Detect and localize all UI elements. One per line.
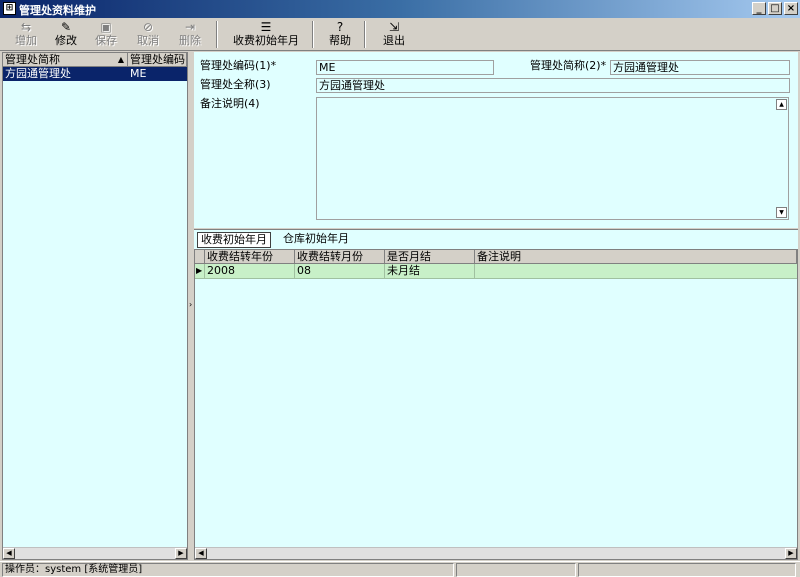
column-header-note[interactable]: 备注说明: [475, 250, 797, 264]
scroll-right-arrow[interactable]: ▶: [785, 548, 797, 559]
delete-button[interactable]: ⇥ 删除: [172, 19, 208, 50]
title-bar: ⊞ 管理处资料维护 _ □ ×: [0, 0, 800, 18]
short-name-label: 管理处简称(2)*: [530, 59, 607, 72]
month-grid[interactable]: 收费结转年份 收费结转月份 是否月结 备注说明 ▶ 2008 08 未月结 ◀ …: [194, 249, 798, 560]
list-item[interactable]: 方园通管理处 ME: [3, 67, 187, 81]
full-name-label: 管理处全称(3): [200, 78, 271, 91]
status-bar: 操作员：system [系统管理员]: [0, 561, 800, 577]
splitter-arrow-icon[interactable]: ›: [189, 300, 192, 309]
help-icon: ?: [336, 20, 344, 34]
app-icon[interactable]: ⊞: [3, 2, 16, 15]
column-header-year[interactable]: 收费结转年份: [205, 250, 295, 264]
full-name-field[interactable]: 方园通管理处: [316, 78, 790, 93]
cell-month[interactable]: 08: [295, 264, 385, 279]
scroll-right-arrow[interactable]: ▶: [175, 548, 187, 559]
toolbar-separator: [364, 21, 366, 48]
tab-charge-start-month[interactable]: 收费初始年月: [197, 232, 271, 248]
delete-icon: ⇥: [184, 20, 196, 34]
help-button[interactable]: ? 帮助: [322, 19, 358, 50]
scroll-left-arrow[interactable]: ◀: [195, 548, 207, 559]
window-title: 管理处资料维护: [19, 4, 96, 17]
tab-strip: 收费初始年月 仓库初始年月: [194, 229, 798, 249]
toolbar-separator: [312, 21, 314, 48]
operator-status: 操作员：system [系统管理员]: [2, 563, 454, 577]
exit-icon: ⇲: [388, 20, 400, 34]
code-label: 管理处编码(1)*: [200, 59, 277, 72]
code-field[interactable]: ME: [316, 60, 494, 75]
save-icon: ▣: [100, 20, 112, 34]
horizontal-scrollbar[interactable]: ◀ ▶: [195, 547, 797, 559]
detail-form: 管理处编码(1)* ME 管理处简称(2)* 方园通管理处 管理处全称(3) 方…: [194, 52, 798, 228]
note-field[interactable]: ▲ ▼: [316, 97, 789, 220]
scroll-down-arrow[interactable]: ▼: [776, 207, 787, 218]
add-icon: ⇆: [20, 20, 32, 34]
scroll-left-arrow[interactable]: ◀: [3, 548, 15, 559]
add-button[interactable]: ⇆ 增加: [8, 19, 44, 50]
note-label: 备注说明(4): [200, 97, 260, 110]
status-panel: [578, 563, 796, 577]
current-row-icon: ▶: [195, 264, 205, 279]
horizontal-scrollbar[interactable]: ◀ ▶: [3, 547, 187, 559]
column-header-short-name[interactable]: 管理处简称 ▲: [3, 53, 128, 67]
sort-asc-icon: ▲: [117, 55, 124, 64]
toolbar-separator: [216, 21, 218, 48]
office-list[interactable]: 管理处简称 ▲ 管理处编码 方园通管理处 ME ◀ ▶: [2, 52, 188, 560]
column-header-month[interactable]: 收费结转月份: [295, 250, 385, 264]
exit-button[interactable]: ⇲ 退出: [376, 19, 412, 50]
column-header-closed[interactable]: 是否月结: [385, 250, 475, 264]
save-button[interactable]: ▣ 保存: [88, 19, 124, 50]
start-month-button[interactable]: ☰ 收费初始年月: [226, 19, 306, 50]
edit-icon: ✎: [60, 20, 72, 34]
edit-button[interactable]: ✎ 修改: [48, 19, 84, 50]
maximize-button[interactable]: □: [768, 2, 782, 15]
scroll-up-arrow[interactable]: ▲: [776, 99, 787, 110]
cell-year[interactable]: 2008: [205, 264, 295, 279]
list-icon: ☰: [260, 20, 272, 34]
tab-warehouse-start-month[interactable]: 仓库初始年月: [280, 232, 352, 248]
column-header-code[interactable]: 管理处编码: [128, 53, 187, 67]
toolbar: ⇆ 增加 ✎ 修改 ▣ 保存 ⊘ 取消 ⇥ 删除 ☰ 收费初始年月 ? 帮助 ⇲…: [0, 18, 800, 51]
cell-closed[interactable]: 未月结: [385, 264, 475, 279]
status-panel: [456, 563, 576, 577]
cell-note[interactable]: [475, 264, 797, 279]
minimize-button[interactable]: _: [752, 2, 766, 15]
cancel-icon: ⊘: [142, 20, 154, 34]
close-button[interactable]: ×: [784, 2, 798, 15]
cancel-button[interactable]: ⊘ 取消: [130, 19, 166, 50]
row-indicator-header: [195, 250, 205, 264]
short-name-field[interactable]: 方园通管理处: [610, 60, 790, 75]
